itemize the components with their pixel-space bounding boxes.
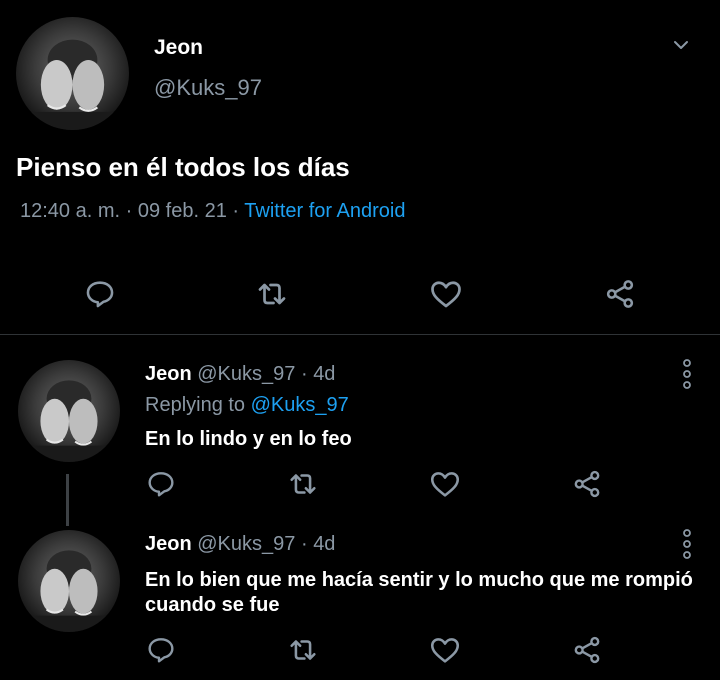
share-icon: [574, 470, 600, 498]
author-handle[interactable]: @Kuks_97: [197, 363, 295, 385]
share-button[interactable]: [566, 463, 608, 505]
retweet-icon: [290, 474, 316, 494]
share-button[interactable]: [566, 629, 608, 671]
share-icon: [606, 280, 634, 308]
heart-icon: [430, 638, 460, 663]
avatar-photo: [16, 39, 129, 130]
reply-text: En lo lindo y en lo feo: [145, 428, 352, 450]
avatar[interactable]: [18, 530, 120, 632]
meta-separator: ·: [125, 200, 133, 222]
replying-to: Replying to @Kuks_97: [145, 394, 349, 417]
author-name[interactable]: Jeon: [145, 533, 192, 555]
reply-text-line-2: cuando se fue: [145, 594, 280, 616]
divider: [0, 334, 720, 335]
meta-separator: ·: [232, 200, 240, 222]
tweet-meta: 12:40 a. m. · 09 feb. 21 · Twitter for A…: [20, 200, 405, 223]
meta-separator: ·: [300, 363, 308, 385]
reply-button[interactable]: [140, 463, 182, 505]
reply-icon: [148, 638, 174, 663]
reply-text-line-1: En lo bien que me hacía sentir y lo much…: [145, 569, 693, 591]
meta-separator: ·: [300, 533, 308, 555]
reply-icon: [148, 472, 174, 497]
avatar-photo: [18, 380, 120, 462]
tweet-time: 12:40 a. m.: [20, 200, 121, 222]
like-button[interactable]: [424, 629, 466, 671]
like-button[interactable]: [424, 463, 466, 505]
author-handle[interactable]: @Kuks_97: [197, 533, 295, 555]
retweet-icon: [258, 283, 286, 305]
avatar-photo: [18, 550, 120, 632]
author-name[interactable]: Jeon: [154, 36, 203, 60]
replying-handle[interactable]: @Kuks_97: [251, 394, 349, 416]
tweet-text: Pienso en él todos los días: [16, 152, 350, 182]
reply-button[interactable]: [78, 272, 122, 316]
chevron-down-icon[interactable]: [671, 38, 691, 52]
tweet-date: 09 feb. 21: [137, 200, 227, 222]
tweet-source[interactable]: Twitter for Android: [244, 200, 405, 222]
avatar[interactable]: [18, 360, 120, 462]
reply-age: 4d: [313, 533, 336, 555]
like-button[interactable]: [424, 272, 468, 316]
avatar[interactable]: [16, 17, 129, 130]
reply-icon: [86, 281, 114, 308]
reply-header: Jeon @Kuks_97 · 4d: [145, 533, 335, 556]
replying-label: Replying to: [145, 394, 246, 416]
reply-button[interactable]: [140, 629, 182, 671]
share-button[interactable]: [598, 272, 642, 316]
author-handle[interactable]: @Kuks_97: [154, 75, 262, 101]
reply-header: Jeon @Kuks_97 · 4d: [145, 363, 335, 386]
retweet-button[interactable]: [250, 272, 294, 316]
thread-line: [66, 474, 69, 526]
heart-icon: [431, 281, 461, 308]
more-vertical-icon[interactable]: [678, 358, 696, 390]
heart-icon: [430, 472, 460, 497]
retweet-icon: [290, 640, 316, 660]
retweet-button[interactable]: [282, 629, 324, 671]
more-vertical-icon[interactable]: [678, 528, 696, 560]
author-name[interactable]: Jeon: [145, 363, 192, 385]
reply-age: 4d: [313, 363, 336, 385]
retweet-button[interactable]: [282, 463, 324, 505]
share-icon: [574, 636, 600, 664]
